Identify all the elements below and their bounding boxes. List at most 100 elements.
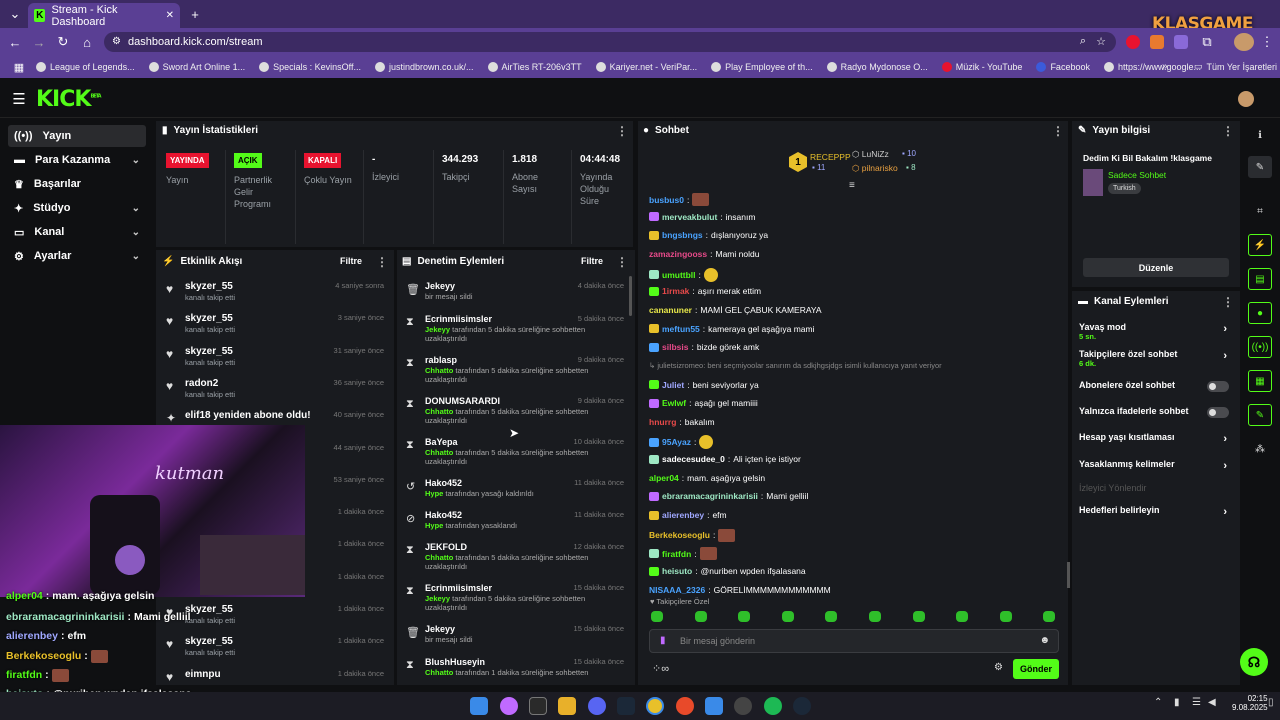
stream-info-menu-icon[interactable]: ⋮	[1222, 124, 1234, 138]
top-gifter-name[interactable]: RECEPPP	[810, 152, 851, 162]
apps-grid-icon[interactable]: ▦	[10, 58, 28, 76]
bookmark-item[interactable]: League of Legends...	[36, 62, 135, 72]
chat-username[interactable]: busbus0	[649, 195, 684, 205]
discord-icon[interactable]	[588, 697, 606, 715]
site-info-icon[interactable]: ⚙	[112, 36, 121, 47]
moderation-item[interactable]: ⊘ Hako452 11 dakika önce Hype tarafından ya…	[398, 508, 630, 542]
back-icon[interactable]: ←	[6, 33, 24, 51]
bookmark-item[interactable]: justindbrown.co.uk/...	[375, 62, 474, 72]
emote-icon[interactable]	[956, 611, 969, 622]
crop-icon[interactable]: ⌗	[1248, 200, 1272, 222]
bolt-rail-icon[interactable]: ⚡	[1248, 234, 1272, 256]
moderation-item[interactable]: ⧗ JEKFOLD 12 dakika önce Chhatto tarafından…	[398, 540, 630, 574]
more-bookmarks-icon[interactable]: »	[1162, 61, 1168, 72]
emote-icon[interactable]	[1043, 611, 1056, 622]
store-icon[interactable]	[529, 697, 547, 715]
toggle-switch[interactable]	[1207, 381, 1229, 392]
browser-menu-icon[interactable]: ⋮	[1258, 33, 1276, 51]
chat-username[interactable]: merveakbulut	[662, 212, 717, 222]
activity-menu-icon[interactable]: ⋮	[376, 255, 388, 269]
info-icon[interactable]: ℹ	[1248, 124, 1272, 146]
bookmark-item[interactable]: Facebook	[1036, 62, 1090, 72]
emote-icon[interactable]	[912, 611, 925, 622]
feed-item[interactable]: ♥ skyzer_55 kanalı takip etti 1 dakika önce	[160, 602, 390, 634]
channel-action-toggle[interactable]: Abonelere özel sohbet	[1079, 380, 1235, 400]
chat-username[interactable]: silbsis	[662, 342, 688, 352]
chat-message[interactable]: 1irmak: aşırı merak ettim	[649, 286, 1059, 296]
chat-message[interactable]: heisuto: @nuriben wpden ifşalasana	[649, 566, 1059, 576]
bookmark-item[interactable]: Sword Art Online 1...	[148, 62, 245, 72]
category-link[interactable]: Sadece Sohbet	[1108, 170, 1166, 180]
chat-username[interactable]: umuttbll	[662, 270, 696, 280]
chat-username[interactable]: NISAAA_2326	[649, 585, 705, 595]
emote-icon[interactable]	[694, 611, 707, 622]
chat-settings-gear-icon[interactable]: ⚙	[994, 662, 1003, 673]
extension-icon[interactable]	[1126, 35, 1140, 49]
sidebar-item-ayarlar[interactable]: ⚙ Ayarlar ⌄	[8, 245, 146, 267]
clipboard-rail-icon[interactable]: ▤	[1248, 268, 1272, 290]
feed-item[interactable]: ♥ skyzer_55 kanalı takip etti 31 saniye önc…	[160, 344, 390, 376]
extension-icon[interactable]	[1174, 35, 1188, 49]
home-icon[interactable]: ⌂	[78, 33, 96, 51]
help-support-icon[interactable]: ☊	[1240, 648, 1268, 676]
sidebar-item-kanal[interactable]: ▭ Kanal ⌄	[8, 221, 146, 243]
chat-message[interactable]: Juliet: beni seviyorlar ya	[649, 380, 1059, 390]
address-bar[interactable]: ⚙ dashboard.kick.com/stream ⌕ ☆	[104, 32, 1116, 52]
moderation-menu-icon[interactable]: ⋮	[616, 255, 628, 269]
zoom-icon[interactable]: ⌕	[1080, 35, 1086, 48]
sidebar-item-studyo[interactable]: ✦ Stüdyo ⌄	[8, 197, 146, 219]
layout-rail-icon[interactable]: ▦	[1248, 370, 1272, 392]
emote-icon[interactable]	[738, 611, 751, 622]
chat-message[interactable]: alper04: mam. aşağıya gelsin	[649, 473, 1059, 483]
chat-message[interactable]: ebraramacagrininkarisii: Mami gelliil	[649, 491, 1059, 501]
extensions-puzzle-icon[interactable]: ⧉	[1198, 33, 1216, 51]
toggle-switch[interactable]	[1207, 407, 1229, 418]
feed-item[interactable]: ♥ skyzer_55 kanalı takip etti 4 saniye sonr…	[160, 279, 390, 311]
emote-icon[interactable]	[999, 611, 1012, 622]
chat-scrollbar[interactable]	[1067, 562, 1070, 588]
edit-button[interactable]: Düzenle	[1083, 258, 1229, 277]
chat-message[interactable]: 95Ayaz:	[649, 435, 1059, 450]
emote-icon[interactable]	[825, 611, 838, 622]
emoji-icon[interactable]: ☻	[1039, 635, 1050, 646]
channel-action-chevron[interactable]: Hesap yaşı kısıtlaması ›	[1079, 432, 1235, 452]
steam-icon[interactable]	[793, 697, 811, 715]
moderation-item[interactable]: ⧗ DONUMSARARDI 9 dakika önce Chhatto tarafı…	[398, 394, 630, 428]
chat-username[interactable]: alper04	[649, 473, 679, 483]
tab-close-icon[interactable]: ✕	[166, 10, 174, 21]
extension-icon[interactable]	[1150, 35, 1164, 49]
tray-chevron-icon[interactable]: ⌃	[1154, 697, 1162, 708]
chat-message[interactable]: meftun55: kameraya gel aşağıya mami	[649, 324, 1059, 334]
chat-username[interactable]: Juliet	[662, 380, 684, 390]
bookmark-star-icon[interactable]: ☆	[1096, 35, 1106, 48]
chat-message[interactable]: umuttbll:	[649, 267, 1059, 282]
steam-icon[interactable]	[617, 697, 635, 715]
windows-start-icon[interactable]	[470, 697, 488, 715]
moderation-item[interactable]: ↺ Hako452 11 dakika önce Hype tarafından ya…	[398, 476, 630, 510]
chat-message[interactable]: Ewlwf: aşağı gel mamiiii	[649, 398, 1059, 408]
spotify-icon[interactable]	[764, 697, 782, 715]
chat-message[interactable]: busbus0:	[649, 193, 1059, 206]
chat-message[interactable]: NISAAA_2326: GÖRELİMMMMMMMMMMMM	[649, 585, 1059, 595]
browser-tab[interactable]: K Stream - Kick Dashboard ✕	[28, 3, 180, 28]
tab-menu-icon[interactable]: ⌄	[6, 5, 24, 23]
bookmark-item[interactable]: https://www.google...	[1103, 62, 1201, 72]
network-icon[interactable]: ☰	[1192, 697, 1201, 708]
moderation-item[interactable]: ⧗ BlushHuseyin 15 dakika önce Chhatto taraf…	[398, 655, 630, 689]
feed-item[interactable]: ♥ radon2 kanalı takip etti 36 saniye önce	[160, 376, 390, 408]
chat-username[interactable]: cananuner	[649, 305, 692, 315]
activity-filter-button[interactable]: Filtre	[340, 256, 362, 266]
channel-actions-menu-icon[interactable]: ⋮	[1222, 295, 1234, 309]
chat-username[interactable]: Berkekoseoglu	[649, 530, 710, 540]
volume-icon[interactable]: ◀	[1208, 697, 1216, 708]
emote-icon[interactable]	[869, 611, 881, 622]
stats-menu-icon[interactable]: ⋮	[616, 124, 628, 138]
photos-icon[interactable]	[705, 697, 723, 715]
bookmark-item[interactable]: Radyo Mydonose O...	[826, 62, 928, 72]
chat-message[interactable]: merveakbulut: insanım	[649, 212, 1059, 222]
chat-username[interactable]: bngsbngs	[662, 230, 703, 240]
sidebar-item-para-kazanma[interactable]: ▬ Para Kazanma ⌄	[8, 149, 146, 171]
chat-username[interactable]: alierenbey	[662, 510, 704, 520]
chat-username[interactable]: 95Ayaz	[662, 437, 691, 447]
chat-message[interactable]: firatfdn:	[649, 547, 1059, 561]
